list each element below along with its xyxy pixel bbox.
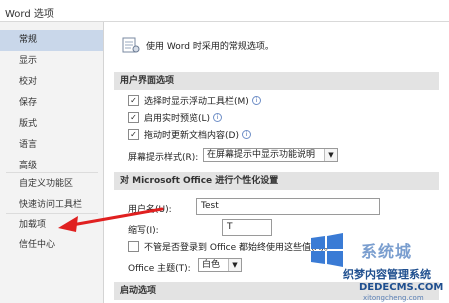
sidebar-item-general[interactable]: 常规 [0,30,103,51]
update-on-drag-option[interactable]: ✓ 拖动时更新文档内容(D) i [128,129,251,143]
floating-toolbar-checkbox[interactable]: ✓ [128,95,139,106]
windows-logo-icon [311,233,343,267]
username-input[interactable]: Test [196,198,380,215]
general-options-icon [122,37,140,53]
intro-text: 使用 Word 时采用的常规选项。 [146,42,274,52]
update-on-drag-checkbox[interactable]: ✓ [128,129,139,140]
watermark-line1: 织梦内容管理系统 [343,268,431,281]
live-preview-label: 启用实时预览(L) [144,114,211,124]
live-preview-checkbox[interactable]: ✓ [128,112,139,123]
sidebar-item-proofing[interactable]: 校对 [0,72,103,93]
watermark-brand: 系统城 [361,242,413,261]
update-on-drag-label: 拖动时更新文档内容(D) [144,131,239,141]
sidebar-item-addins[interactable]: 加载项 [0,215,103,236]
title-bar: Word 选项 [0,0,449,22]
sidebar-item-display[interactable]: 显示 [0,51,103,72]
floating-toolbar-option[interactable]: ✓ 选择时显示浮动工具栏(M) i [128,95,261,109]
info-icon: i [213,113,223,122]
chevron-down-icon: ▼ [228,259,241,271]
personalize-header: 对 Microsoft Office 进行个性化设置 [114,172,439,190]
screentip-style-value: 在屏幕提示中显示功能说明 [207,150,316,160]
screentip-style-label: 屏幕提示样式(R): [128,153,199,163]
site-watermark: 系统城 织梦内容管理系统 DEDECMS.COM xitongcheng.com [305,228,449,303]
sidebar-item-typography[interactable]: 版式 [0,114,103,135]
chevron-down-icon: ▼ [324,149,337,161]
office-theme-value: 白色 [202,260,221,270]
info-icon: i [251,96,261,105]
options-sidebar: 常规 显示 校对 保存 版式 语言 高级 自定义功能区 快速访问工具栏 加载项 … [0,22,104,303]
sidebar-divider [6,172,98,173]
sidebar-divider [6,213,98,214]
always-use-values-option[interactable]: 不管是否登录到 Office 都始终使用这些值(A)。 [128,241,333,255]
sidebar-item-save[interactable]: 保存 [0,93,103,114]
floating-toolbar-label: 选择时显示浮动工具栏(M) [144,97,249,107]
office-theme-label: Office 主题(T): [128,264,191,274]
initials-input[interactable]: T [222,219,272,236]
watermark-line2: DEDECMS.COM [359,282,444,293]
office-theme-select[interactable]: 白色 ▼ [198,258,242,272]
initials-label: 缩写(I): [128,226,159,236]
sidebar-item-customize-ribbon[interactable]: 自定义功能区 [0,174,103,195]
watermark-line3: xitongcheng.com [363,294,424,302]
username-label: 用户名(U): [128,205,172,215]
sidebar-item-language[interactable]: 语言 [0,135,103,156]
screentip-style-select[interactable]: 在屏幕提示中显示功能说明 ▼ [203,148,338,162]
window-title: Word 选项 [5,9,54,20]
info-icon: i [241,130,251,139]
live-preview-option[interactable]: ✓ 启用实时预览(L) i [128,112,223,126]
sidebar-item-trust-center[interactable]: 信任中心 [0,235,103,256]
always-use-values-checkbox[interactable] [128,241,139,252]
ui-options-header: 用户界面选项 [114,72,439,90]
